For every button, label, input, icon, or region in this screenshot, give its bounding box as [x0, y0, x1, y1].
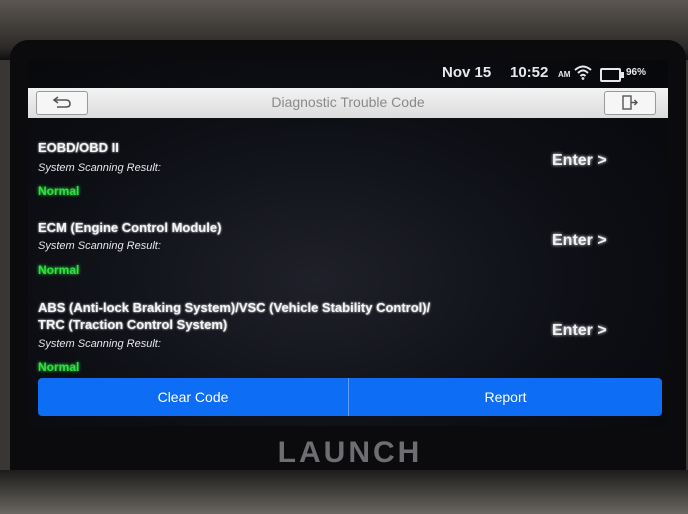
wifi-icon [574, 65, 592, 80]
battery-icon [600, 68, 624, 82]
scan-result-label: System Scanning Result: [38, 240, 161, 252]
scan-result-value: Normal [38, 263, 80, 277]
scan-result-label: System Scanning Result: [38, 162, 161, 174]
brand-logo: LAUNCH [277, 436, 423, 469]
system-name-line1: ABS (Anti-lock Braking System)/VSC (Vehi… [38, 300, 431, 315]
system-name: EOBD/OBD II [38, 140, 119, 155]
system-name-line2: TRC (Traction Control System) [38, 317, 228, 332]
device-bottom-bezel [0, 470, 688, 514]
battery-level: 96% [626, 67, 647, 78]
enter-button-eobd[interactable]: Enter > [552, 152, 607, 170]
system-name: ECM (Engine Control Module) [38, 220, 222, 235]
exit-button[interactable] [604, 91, 656, 115]
enter-button-ecm[interactable]: Enter > [552, 232, 607, 250]
screen: Nov 15 10:52 AM 96% Diagnostic Trouble C… [28, 60, 668, 426]
scan-result-value: Normal [38, 360, 80, 374]
status-date: Nov 15 [442, 64, 492, 81]
page-title: Diagnostic Trouble Code [271, 94, 425, 110]
exit-icon [622, 95, 638, 110]
status-time: 10:52 [510, 64, 549, 81]
status-bar: Nov 15 10:52 AM 96% [28, 60, 668, 86]
title-bar: Diagnostic Trouble Code [28, 88, 668, 118]
clear-code-button[interactable]: Clear Code [38, 378, 349, 416]
report-button[interactable]: Report [349, 378, 662, 416]
bottom-action-bar: Clear Code Report [38, 378, 662, 416]
status-ampm: AM [558, 70, 571, 79]
enter-button-abs[interactable]: Enter > [552, 322, 607, 340]
scan-result-label: System Scanning Result: [38, 338, 161, 350]
scan-result-value: Normal [38, 184, 80, 198]
